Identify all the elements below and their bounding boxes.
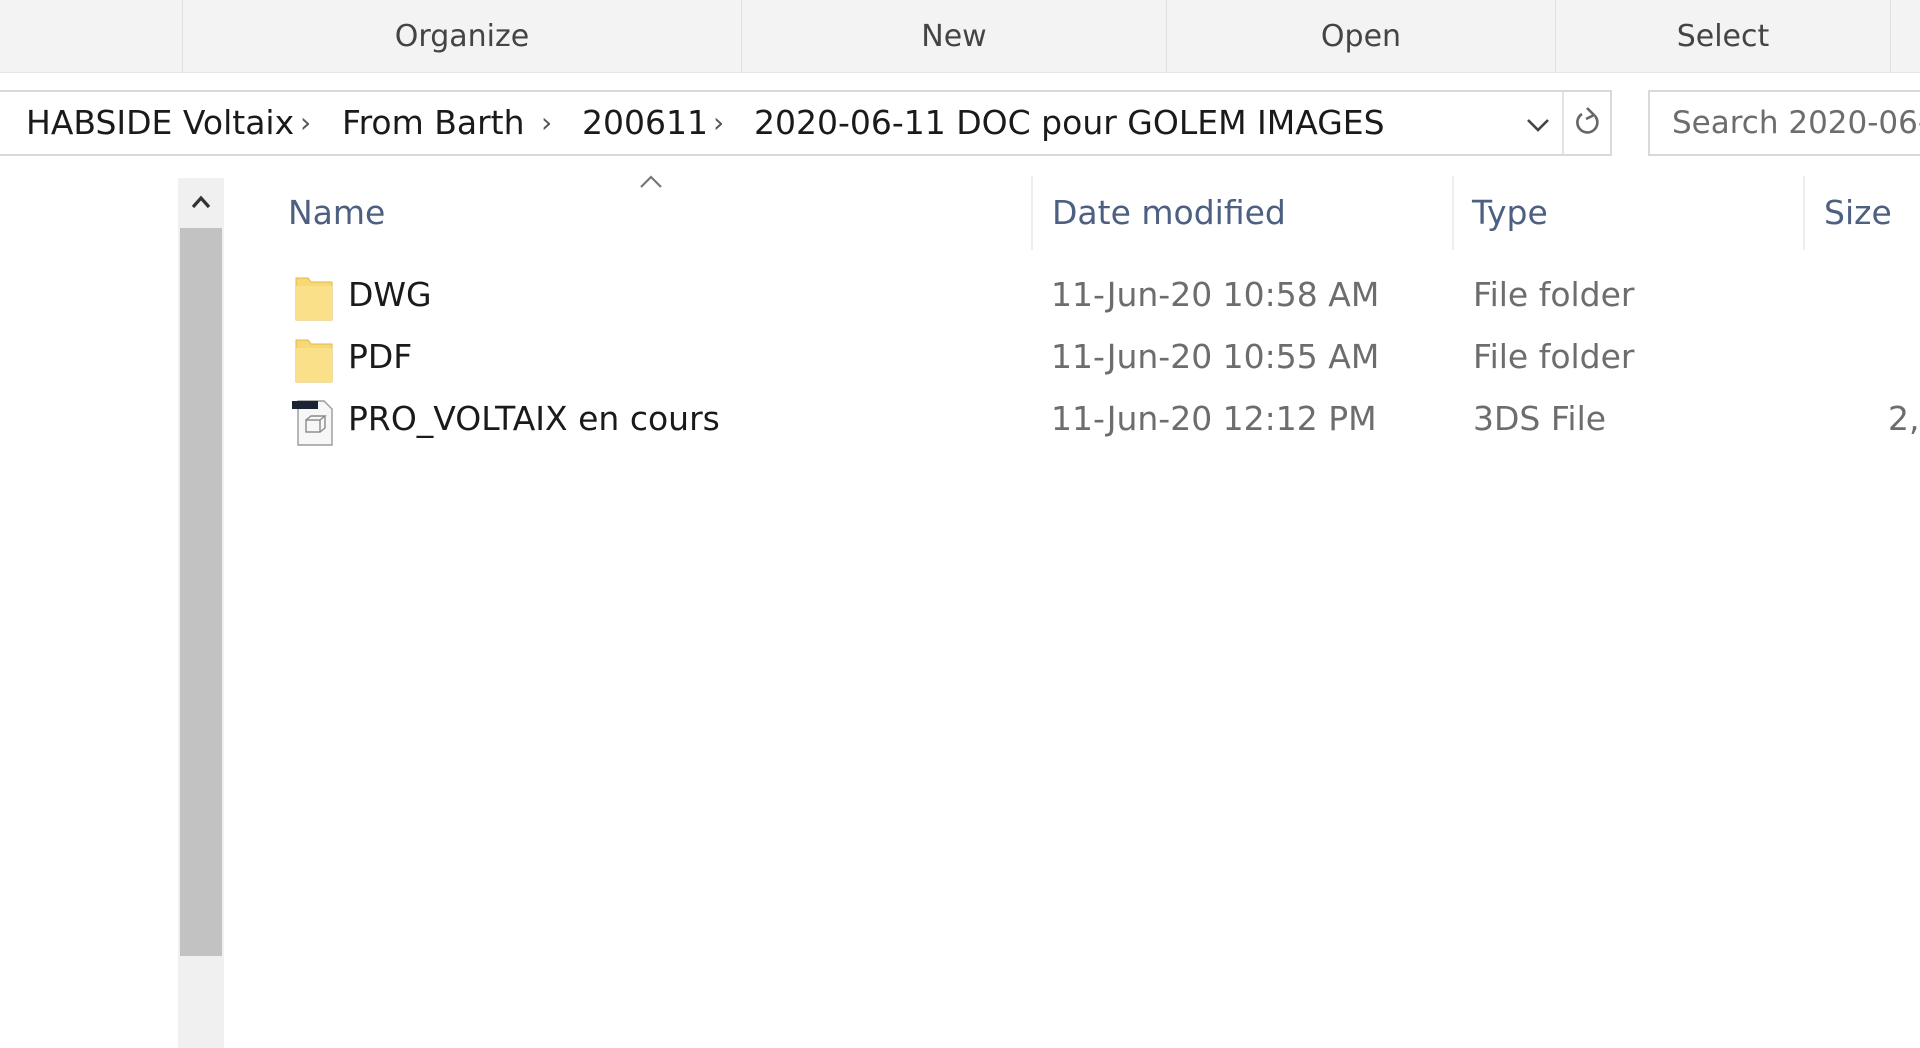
refresh-icon xyxy=(1576,107,1599,134)
folder-icon xyxy=(295,339,333,383)
file-type: File folder xyxy=(1473,337,1635,376)
scroll-up-button[interactable] xyxy=(178,182,224,222)
navigation-pane xyxy=(0,170,178,1048)
file-type: File folder xyxy=(1473,275,1635,314)
file-name: PDF xyxy=(348,337,413,376)
file-row[interactable]: PRO_VOLTAIX en cours 11-Jun-20 12:12 PM … xyxy=(230,390,1920,450)
file-date: 11-Jun-20 10:58 AM xyxy=(1051,275,1380,314)
refresh-button[interactable] xyxy=(1562,92,1612,154)
breadcrumb-item[interactable]: From Barth xyxy=(342,102,525,144)
3ds-file-icon xyxy=(292,400,333,446)
file-name: DWG xyxy=(348,275,432,314)
file-row[interactable]: PDF 11-Jun-20 10:55 AM File folder xyxy=(230,328,1920,388)
column-divider[interactable] xyxy=(1031,176,1033,250)
ribbon-group-open[interactable]: Open xyxy=(1167,0,1555,72)
breadcrumb-separator[interactable]: › xyxy=(300,102,311,144)
scrollbar-thumb[interactable] xyxy=(180,228,222,956)
breadcrumb-separator[interactable]: › xyxy=(713,102,724,144)
breadcrumb-item[interactable]: HABSIDE Voltaix xyxy=(26,102,294,144)
breadcrumb-current[interactable]: 2020-06-11 DOC pour GOLEM IMAGES xyxy=(754,102,1385,144)
chevron-up-icon xyxy=(191,195,211,209)
file-name: PRO_VOLTAIX en cours xyxy=(348,399,720,438)
column-header-name[interactable]: Name xyxy=(288,190,385,236)
column-divider[interactable] xyxy=(1452,176,1454,250)
file-date: 11-Jun-20 10:55 AM xyxy=(1051,337,1380,376)
file-type: 3DS File xyxy=(1473,399,1607,438)
breadcrumb-separator[interactable]: › xyxy=(541,102,552,144)
breadcrumb-item[interactable]: 200611 xyxy=(582,102,708,144)
sort-ascending-icon xyxy=(640,175,662,188)
file-size: 2,7 xyxy=(1888,399,1920,438)
column-divider[interactable] xyxy=(1803,176,1805,250)
ribbon-divider xyxy=(1890,0,1891,72)
ribbon: Organize New Open Select xyxy=(0,0,1920,73)
file-row[interactable]: DWG 11-Jun-20 10:58 AM File folder xyxy=(230,266,1920,326)
search-field[interactable] xyxy=(1648,90,1920,156)
column-header-type[interactable]: Type xyxy=(1472,190,1548,236)
column-header-size[interactable]: Size xyxy=(1824,190,1892,236)
search-input[interactable] xyxy=(1650,92,1920,154)
file-date: 11-Jun-20 12:12 PM xyxy=(1051,399,1377,438)
ribbon-group-select[interactable]: Select xyxy=(1556,0,1890,72)
chevron-down-icon[interactable] xyxy=(1523,110,1553,140)
ribbon-group-new[interactable]: New xyxy=(742,0,1166,72)
ribbon-group-organize[interactable]: Organize xyxy=(183,0,741,72)
column-header-date-modified[interactable]: Date modified xyxy=(1052,190,1286,236)
folder-icon xyxy=(295,277,333,321)
